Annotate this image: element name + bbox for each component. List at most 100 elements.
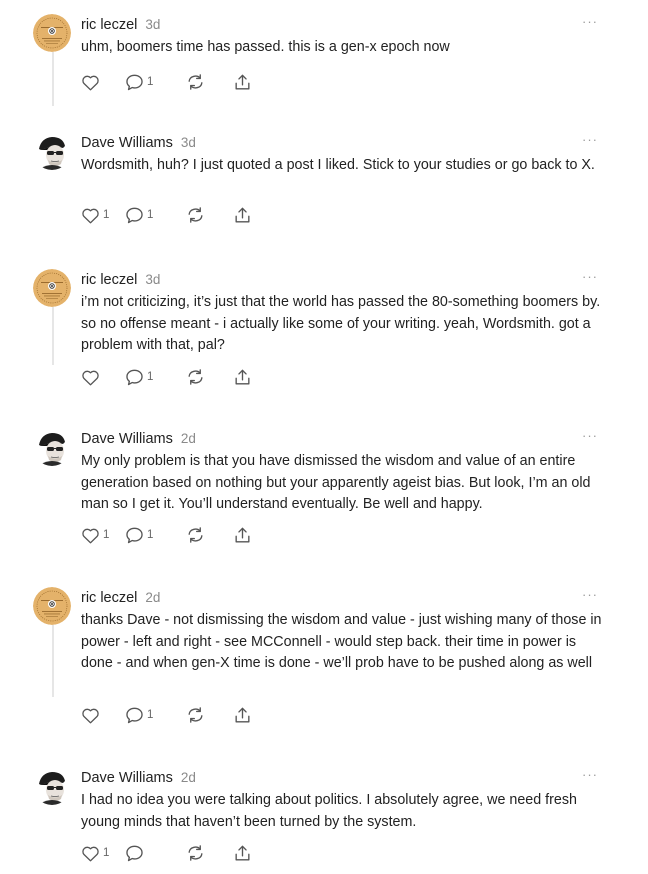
share-upload-icon (233, 844, 252, 863)
comment-bubble-icon (125, 844, 144, 862)
comment-bubble-icon (125, 73, 144, 91)
share-button[interactable] (233, 366, 252, 388)
share-button[interactable] (233, 204, 252, 226)
share-button[interactable] (233, 524, 252, 546)
thread-line (52, 300, 54, 365)
more-options-button[interactable]: ··· (582, 133, 598, 147)
like-button[interactable]: 1 (81, 842, 109, 864)
thread-line (52, 46, 54, 106)
more-dots-icon: ··· (582, 428, 598, 443)
share-button[interactable] (233, 71, 252, 93)
share-button[interactable] (233, 704, 252, 726)
reply-count: 1 (147, 76, 154, 88)
share-upload-icon (233, 706, 252, 725)
share-upload-icon (233, 526, 252, 545)
comment-text: uhm, boomers time has passed. this is a … (81, 39, 450, 55)
author-name[interactable]: Dave Williams (81, 135, 173, 151)
restack-arrows-icon (186, 73, 205, 91)
like-button[interactable]: 1 (81, 524, 109, 546)
avatar-seal-logo[interactable] (33, 269, 71, 307)
avatar-seal-logo[interactable] (33, 587, 71, 625)
heart-icon (81, 707, 100, 724)
comment-bubble-icon (125, 206, 144, 224)
avatar-seal-logo[interactable] (33, 14, 71, 52)
more-options-button[interactable]: ··· (582, 768, 598, 782)
comment-meta: ric leczel 2d (81, 587, 160, 609)
timestamp[interactable]: 2d (145, 590, 160, 605)
comment-text: Wordsmith, huh? I just quoted a post I l… (81, 157, 595, 173)
reply-button[interactable]: 1 (125, 204, 153, 226)
heart-icon (81, 527, 100, 544)
heart-icon (81, 845, 100, 862)
reply-count: 1 (147, 209, 154, 221)
comment-text: I had no idea you were talking about pol… (81, 792, 577, 830)
comment-bubble-icon (125, 526, 144, 544)
timestamp[interactable]: 2d (181, 431, 196, 446)
comment-bubble-icon (125, 706, 144, 724)
timestamp[interactable]: 3d (181, 135, 196, 150)
reply-button[interactable]: 1 (125, 524, 153, 546)
author-name[interactable]: ric leczel (81, 272, 137, 288)
comment-bubble-icon (125, 368, 144, 386)
restack-arrows-icon (186, 526, 205, 544)
comment-meta: Dave Williams 2d (81, 428, 196, 450)
like-button[interactable] (81, 704, 103, 726)
restack-arrows-icon (186, 844, 205, 862)
share-button[interactable] (233, 842, 252, 864)
more-options-button[interactable]: ··· (582, 588, 598, 602)
more-dots-icon: ··· (582, 269, 598, 284)
heart-icon (81, 74, 100, 91)
share-upload-icon (233, 368, 252, 387)
avatar-man-in-cap[interactable] (33, 767, 71, 805)
reply-button[interactable]: 1 (125, 71, 153, 93)
author-name[interactable]: Dave Williams (81, 770, 173, 786)
comment-text: i’m not criticizing, it’s just that the … (81, 294, 601, 353)
comment-meta: ric leczel 3d (81, 269, 160, 291)
comment-text: thanks Dave - not dismissing the wisdom … (81, 612, 602, 671)
reply-button[interactable] (125, 842, 147, 864)
share-upload-icon (233, 73, 252, 92)
like-button[interactable] (81, 366, 103, 388)
reply-count: 1 (147, 529, 154, 541)
restack-button[interactable] (186, 704, 205, 726)
author-name[interactable]: ric leczel (81, 590, 137, 606)
comment-text: My only problem is that you have dismiss… (81, 453, 591, 512)
timestamp[interactable]: 2d (181, 770, 196, 785)
more-options-button[interactable]: ··· (582, 270, 598, 284)
like-count: 1 (103, 847, 110, 859)
reply-button[interactable]: 1 (125, 366, 153, 388)
restack-button[interactable] (186, 204, 205, 226)
comment-meta: ric leczel 3d (81, 14, 160, 36)
more-dots-icon: ··· (582, 587, 598, 602)
restack-button[interactable] (186, 366, 205, 388)
heart-icon (81, 207, 100, 224)
restack-arrows-icon (186, 706, 205, 724)
more-dots-icon: ··· (582, 14, 598, 29)
timestamp[interactable]: 3d (145, 272, 160, 287)
restack-button[interactable] (186, 71, 205, 93)
comment-meta: Dave Williams 2d (81, 767, 196, 789)
avatar-man-in-cap[interactable] (33, 132, 71, 170)
more-options-button[interactable]: ··· (582, 429, 598, 443)
more-options-button[interactable]: ··· (582, 15, 598, 29)
more-dots-icon: ··· (582, 132, 598, 147)
more-dots-icon: ··· (582, 767, 598, 782)
restack-arrows-icon (186, 206, 205, 224)
heart-icon (81, 369, 100, 386)
comment-meta: Dave Williams 3d (81, 132, 196, 154)
share-upload-icon (233, 206, 252, 225)
reply-count: 1 (147, 709, 154, 721)
reply-count: 1 (147, 371, 154, 383)
like-count: 1 (103, 529, 110, 541)
restack-button[interactable] (186, 524, 205, 546)
like-button[interactable] (81, 71, 103, 93)
author-name[interactable]: Dave Williams (81, 431, 173, 447)
like-button[interactable]: 1 (81, 204, 109, 226)
timestamp[interactable]: 3d (145, 17, 160, 32)
like-count: 1 (103, 209, 110, 221)
avatar-man-in-cap[interactable] (33, 428, 71, 466)
reply-button[interactable]: 1 (125, 704, 153, 726)
author-name[interactable]: ric leczel (81, 17, 137, 33)
restack-button[interactable] (186, 842, 205, 864)
restack-arrows-icon (186, 368, 205, 386)
